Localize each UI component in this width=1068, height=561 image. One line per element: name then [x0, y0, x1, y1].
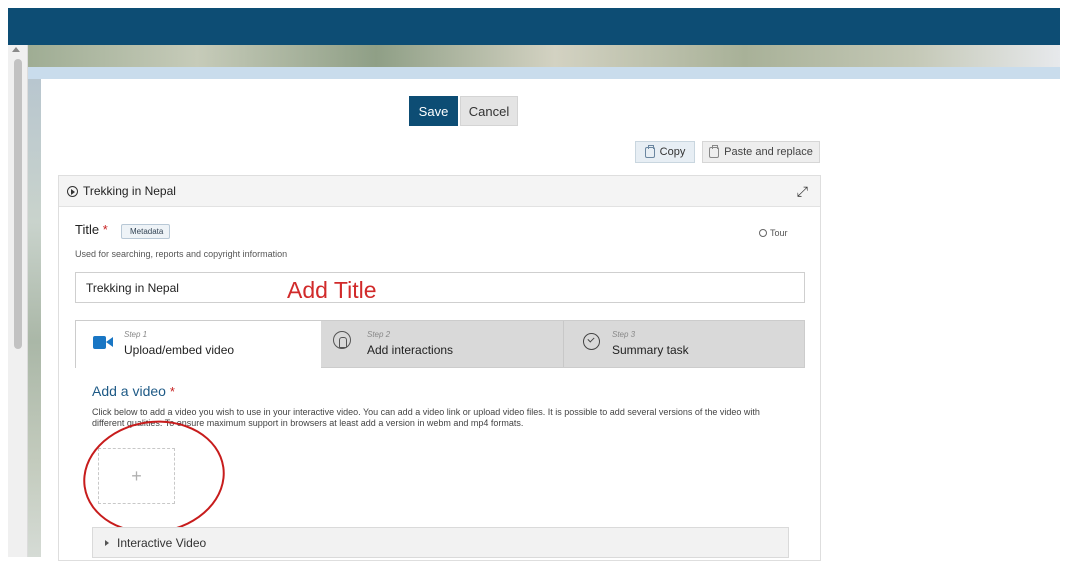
scroll-up-icon[interactable] [12, 47, 20, 52]
title-input[interactable] [75, 272, 805, 303]
scrollbar-thumb[interactable] [14, 59, 22, 349]
add-title-annotation: Add Title [287, 277, 377, 303]
top-bar [8, 8, 1060, 45]
caret-right-icon [105, 539, 109, 546]
touch-icon [333, 331, 351, 349]
metadata-button[interactable]: Metadata [121, 224, 171, 239]
tab-label: Upload/embed video [124, 343, 235, 357]
step-tabs: Step 1 Upload/embed video Step 2 Add int… [75, 320, 805, 368]
clipboard-icon [709, 144, 720, 158]
editor-header-title: Trekking in Nepal [83, 184, 176, 198]
cancel-button[interactable]: Cancel [460, 96, 518, 126]
copy-label: Copy [659, 146, 686, 158]
tour-link[interactable]: Tour [759, 228, 788, 238]
tab-step: Step 2 [367, 330, 391, 339]
tab-step: Step 3 [612, 330, 636, 339]
vertical-scrollbar[interactable] [8, 45, 28, 557]
tab-label: Add interactions [367, 343, 454, 357]
required-mark: * [169, 384, 175, 399]
save-button[interactable]: Save [409, 96, 458, 126]
add-video-button[interactable]: + [98, 448, 175, 504]
tab-upload-embed-video[interactable]: Step 1 Upload/embed video [76, 321, 321, 368]
video-camera-icon [93, 336, 113, 349]
editor-header: Trekking in Nepal ⤢ [59, 176, 820, 207]
tour-icon [759, 229, 767, 237]
interactive-video-accordion[interactable]: Interactive Video [92, 527, 789, 558]
content-editor: Trekking in Nepal ⤢ Title * Metadata Tou… [58, 175, 821, 561]
check-circle-icon [583, 333, 600, 350]
banner-strip [8, 67, 1060, 79]
tab-step: Step 1 [124, 330, 148, 339]
header-banner-image [8, 45, 1060, 67]
title-label: Title * [75, 222, 108, 237]
title-description: Used for searching, reports and copyrigh… [75, 249, 288, 259]
paste-and-replace-button[interactable]: Paste and replace [702, 141, 820, 163]
tab-add-interactions[interactable]: Step 2 Add interactions [321, 321, 563, 367]
add-video-description: Click below to add a video you wish to u… [92, 407, 760, 428]
accordion-label: Interactive Video [117, 535, 207, 550]
background-image-strip [28, 79, 41, 557]
required-mark: * [102, 222, 108, 237]
expand-icon[interactable]: ⤢ [797, 183, 808, 200]
copy-button[interactable]: Copy [635, 141, 695, 163]
tour-label: Tour [770, 228, 788, 238]
paste-label: Paste and replace [724, 146, 813, 158]
play-circle-icon [67, 186, 78, 197]
clipboard-icon [644, 144, 655, 158]
tab-summary-task[interactable]: Step 3 Summary task [563, 321, 804, 367]
tab-label: Summary task [612, 343, 689, 357]
add-video-heading: Add a video * [92, 383, 175, 399]
